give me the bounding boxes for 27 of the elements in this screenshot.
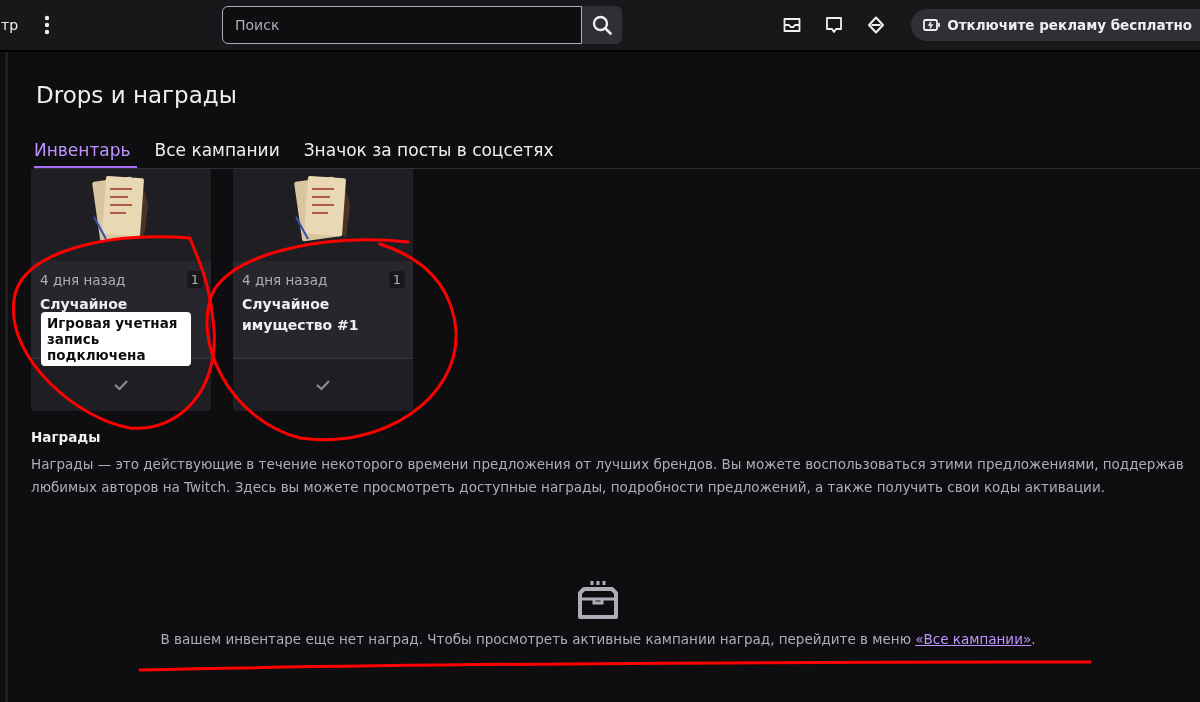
reward-time: 4 дня назад [242,271,328,288]
reward-title: Случайное [40,295,129,314]
inventory-box-icon [576,579,620,619]
count-badge: 1 [186,271,203,288]
reward-card[interactable]: 4 дня назад 1 Случайное имущество #1 [233,169,413,411]
reward-title: Случайное имущество #1 [242,295,360,335]
chat-bubble-icon[interactable] [825,16,844,34]
description-text: Награды — это действующие в течение некоторого времени предложения от лучших брендов. Вы можете воспользоваться этими предложениями, поддержав любимых авторов на Twitch. Здесь вы можете просмотреть доступные награды, подробности предложений, а также получить свои коды активации. [31,455,1185,497]
tooltip: Игровая учетная запись подключена [41,312,191,366]
search-field[interactable]: Поиск [222,6,582,44]
empty-state-text: В вашем инвентаре еще нет наград. Чтобы просмотреть активные кампании наград, перейдите в меню «Все кампании». [160,631,1036,647]
campaigns-link[interactable]: «Все кампании» [915,631,1032,647]
more-menu-icon[interactable] [44,15,51,35]
count-badge: 1 [388,271,405,288]
remove-ads-button[interactable]: Отключите рекламу бесплатно [911,9,1200,41]
nav-link[interactable]: тр [1,17,19,33]
reward-time: 4 дня назад [40,271,126,288]
reward-card[interactable]: 4 дня назад 1 Случайное Игровая учетная запись подключена [31,169,211,411]
battery-bolt-icon [923,18,942,32]
search-button[interactable] [582,6,622,44]
page-title: Drops и награды [36,81,238,110]
diamond-icon[interactable] [867,16,886,34]
section-heading: Награды [31,429,102,445]
tab[interactable]: Все кампании [154,132,286,168]
tab[interactable]: Значок за посты в соцсетях [303,132,560,168]
search-icon [592,15,612,35]
inbox-icon[interactable] [783,17,802,33]
